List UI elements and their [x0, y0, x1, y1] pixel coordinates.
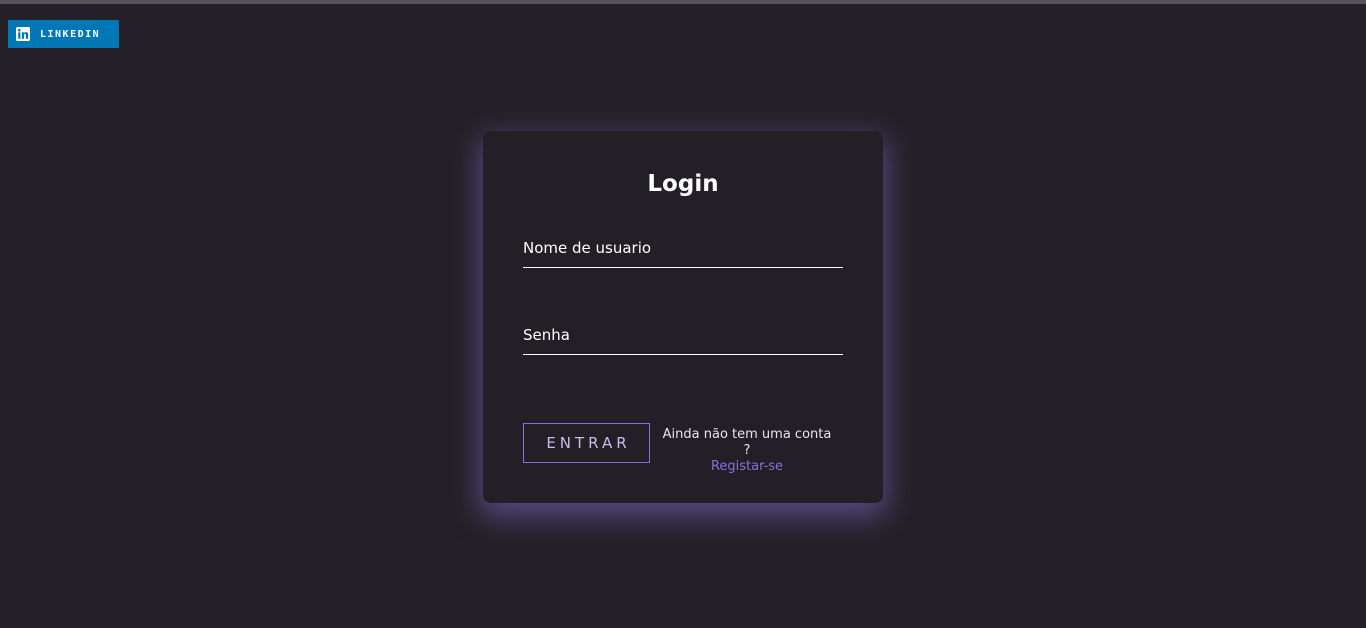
register-question: Ainda não tem uma conta ? — [662, 427, 832, 458]
top-border — [0, 0, 1366, 4]
login-title: Login — [647, 171, 719, 197]
linkedin-label: LINKEDIN — [40, 28, 101, 40]
login-card: Login Nome de usuario Senha ENTRAR Ainda… — [483, 131, 883, 503]
password-input[interactable] — [523, 324, 843, 354]
username-field: Nome de usuario — [523, 237, 843, 268]
linkedin-button[interactable]: LINKEDIN — [8, 20, 119, 48]
password-field: Senha — [523, 324, 843, 355]
submit-button[interactable]: ENTRAR — [523, 423, 650, 463]
register-block: Ainda não tem uma conta ? Registar-se — [659, 427, 835, 475]
linkedin-icon — [16, 27, 30, 41]
register-link[interactable]: Registar-se — [711, 459, 783, 475]
username-input[interactable] — [523, 237, 843, 267]
